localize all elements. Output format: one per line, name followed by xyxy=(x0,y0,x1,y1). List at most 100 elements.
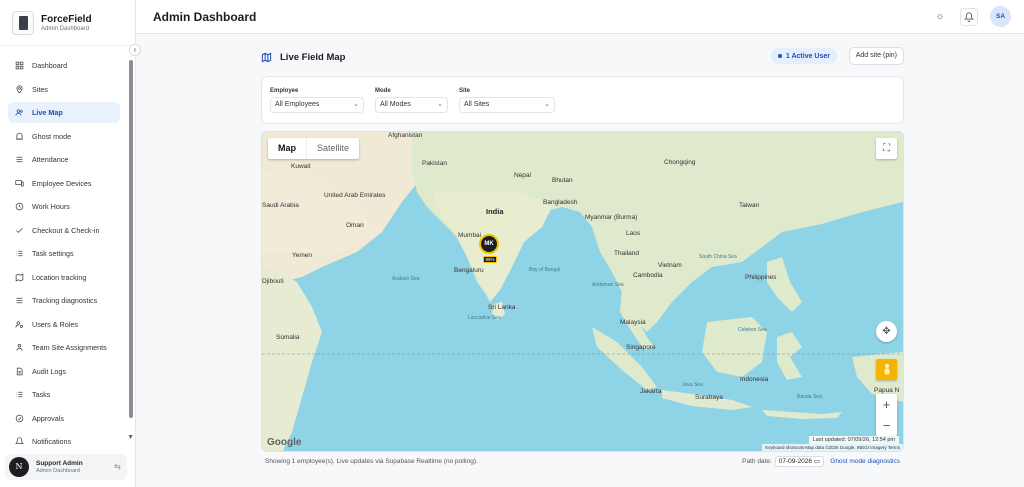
zoom-controls: + − xyxy=(876,394,897,436)
theme-toggle-icon[interactable]: ☼ xyxy=(932,9,948,25)
place-label: Bhutan xyxy=(552,177,573,184)
fullscreen-icon[interactable]: ⛶ xyxy=(876,138,897,159)
pin-icon xyxy=(15,84,24,94)
path-date-input[interactable]: 07-09-2026 ▭ xyxy=(774,456,824,467)
user-gear-icon xyxy=(15,320,24,329)
place-label: Papua N xyxy=(874,387,900,394)
place-label: Afghanistan xyxy=(388,132,423,139)
add-site-button[interactable]: Add site (pin) xyxy=(848,47,904,65)
zoom-out-button[interactable]: − xyxy=(883,415,891,436)
chevron-down-icon: ⌄ xyxy=(437,101,443,108)
site-select[interactable]: All Sites ⌄ xyxy=(459,97,555,113)
sidebar-item-dashboard[interactable]: Dashboard xyxy=(8,55,120,76)
land-mass-sumatra xyxy=(592,327,657,390)
path-date-label: Path date: xyxy=(742,458,772,465)
place-label: Djibouti xyxy=(262,278,284,285)
last-updated-label: Last updated: 07/09/26, 12:54 pm xyxy=(808,436,899,444)
sidebar-item-label: Tracking diagnostics xyxy=(32,296,98,305)
sidebar-item-label: Tasks xyxy=(32,390,51,399)
ghost-icon xyxy=(15,132,24,141)
filters-panel: Employee All Employees ⌄ Mode All Modes … xyxy=(261,76,904,124)
sidebar-item-team-site-assignments[interactable]: Team Site Assignments xyxy=(8,337,120,358)
place-label: Oman xyxy=(346,222,364,229)
sidebar-item-approvals[interactable]: Approvals xyxy=(8,408,120,429)
ghost-mode-diagnostics-link[interactable]: Ghost mode diagnostics xyxy=(830,458,900,465)
map-attribution[interactable]: Keyboard shortcuts Map data ©2026 Google… xyxy=(762,444,903,451)
place-label: Sri Lanka xyxy=(488,304,516,311)
map-type-map-button[interactable]: Map xyxy=(268,138,306,159)
live-map[interactable]: Afghanistan Pakistan Nepal Bhutan India Bangl… xyxy=(261,131,904,452)
land-mass-borneo xyxy=(702,317,767,377)
sidebar-item-tasks[interactable]: Tasks xyxy=(8,384,120,405)
place-label: Java Sea xyxy=(682,382,703,388)
brand-subtitle: Admin Dashboard xyxy=(41,25,90,32)
section-title: Live Field Map xyxy=(280,51,346,63)
sidebar: ForceField Admin Dashboard ‹ Dashboard Si… xyxy=(0,0,141,487)
mode-filter: Mode All Modes ⌄ xyxy=(375,88,448,113)
site-filter-label: Site xyxy=(459,88,471,94)
showing-status: Showing 1 employee(s). Live updates via … xyxy=(265,458,478,465)
main-area: Admin Dashboard ☼ SA Live Field Map 1 Ac… xyxy=(136,0,1024,487)
site-select-value: All Sites xyxy=(464,101,490,108)
sidebar-item-notifications[interactable]: Notifications xyxy=(8,431,120,447)
switch-account-icon[interactable]: ⇆ xyxy=(114,462,121,471)
brand-logo xyxy=(12,10,34,35)
place-label: Arabian Sea xyxy=(392,276,420,282)
employee-select-value: All Employees xyxy=(275,101,320,108)
sidebar-item-ghost-mode[interactable]: Ghost mode xyxy=(8,126,120,147)
page-title: Admin Dashboard xyxy=(153,9,257,24)
sidebar-item-location-tracking[interactable]: Location tracking xyxy=(8,267,120,288)
sidebar-item-users-roles[interactable]: Users & Roles xyxy=(8,314,120,335)
profile-avatar[interactable]: SA xyxy=(990,6,1011,27)
team-icon xyxy=(15,343,24,352)
sidebar-item-checkout-check-in[interactable]: Checkout & Check-in xyxy=(8,220,120,241)
sidebar-item-employee-devices[interactable]: Employee Devices xyxy=(8,173,120,194)
list-icon xyxy=(15,155,24,164)
approval-icon xyxy=(15,414,24,423)
employee-marker[interactable]: MK xyxy=(479,234,499,254)
mode-select[interactable]: All Modes ⌄ xyxy=(375,97,448,113)
sidebar-item-label: Live Map xyxy=(32,108,63,117)
map-footer: Showing 1 employee(s). Live updates via … xyxy=(261,456,904,470)
place-label: Laccadive Sea xyxy=(468,315,501,321)
grid-icon xyxy=(15,61,24,70)
brand: ForceField Admin Dashboard xyxy=(0,0,135,46)
sidebar-item-work-hours[interactable]: Work Hours xyxy=(8,196,120,217)
place-label: Jakarta xyxy=(640,388,662,395)
sidebar-item-tracking-diagnostics[interactable]: Tracking diagnostics xyxy=(8,290,120,311)
employee-select[interactable]: All Employees ⌄ xyxy=(270,97,364,113)
street-view-pegman-icon[interactable] xyxy=(876,359,897,380)
sidebar-item-live-map[interactable]: Live Map xyxy=(8,102,120,123)
user-avatar: N xyxy=(9,457,29,477)
devices-icon xyxy=(15,179,24,188)
path-date-value: 07-09-2026 xyxy=(778,458,813,465)
bell-icon[interactable] xyxy=(960,7,978,26)
map-type-satellite-button[interactable]: Satellite xyxy=(306,138,359,159)
sidebar-scrollbar[interactable] xyxy=(129,60,133,418)
sidebar-item-label: Dashboard xyxy=(32,61,68,70)
list-icon xyxy=(15,296,24,305)
sidebar-item-label: Location tracking xyxy=(32,272,87,282)
sidebar-item-attendance[interactable]: Attendance xyxy=(8,149,120,170)
collapse-sidebar-button[interactable]: ‹ xyxy=(129,44,141,56)
sidebar-item-task-settings[interactable]: Task settings xyxy=(8,243,120,264)
camera-control-icon[interactable]: ✥ xyxy=(876,321,897,342)
place-label: Somalia xyxy=(276,334,300,341)
place-label: Malaysia xyxy=(620,319,646,326)
place-label: Bengaluru xyxy=(454,267,484,274)
sidebar-item-audit-logs[interactable]: Audit Logs xyxy=(8,361,120,382)
place-label: Bangladesh xyxy=(543,199,578,206)
place-label: Pakistan xyxy=(422,160,447,167)
chevron-down-icon: ⌄ xyxy=(544,101,550,108)
sidebar-item-sites[interactable]: Sites xyxy=(8,79,120,100)
map-icon xyxy=(261,52,272,62)
place-label: Mumbai xyxy=(458,232,482,239)
mode-select-value: All Modes xyxy=(380,101,411,108)
scroll-down-icon[interactable]: ▼ xyxy=(127,434,134,441)
sidebar-item-label: Approvals xyxy=(32,413,64,423)
zoom-in-button[interactable]: + xyxy=(883,394,891,415)
land-mass-timor-islands xyxy=(762,410,842,419)
place-label: Yemen xyxy=(292,252,312,259)
place-label: Singapore xyxy=(626,344,656,351)
user-card[interactable]: N Support Admin Admin Dashboard ⇆ xyxy=(5,454,127,480)
